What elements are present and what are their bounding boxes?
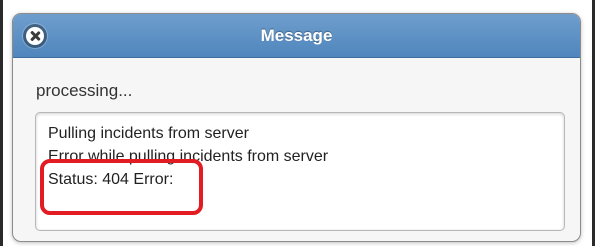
- log-line: Pulling incidents from server: [48, 125, 249, 142]
- error-highlight-annotation: [40, 159, 203, 215]
- page-edge-left: [0, 0, 3, 246]
- dialog-titlebar: Message: [13, 14, 580, 58]
- dialog-title: Message: [260, 26, 333, 45]
- processing-status: processing...: [36, 81, 133, 100]
